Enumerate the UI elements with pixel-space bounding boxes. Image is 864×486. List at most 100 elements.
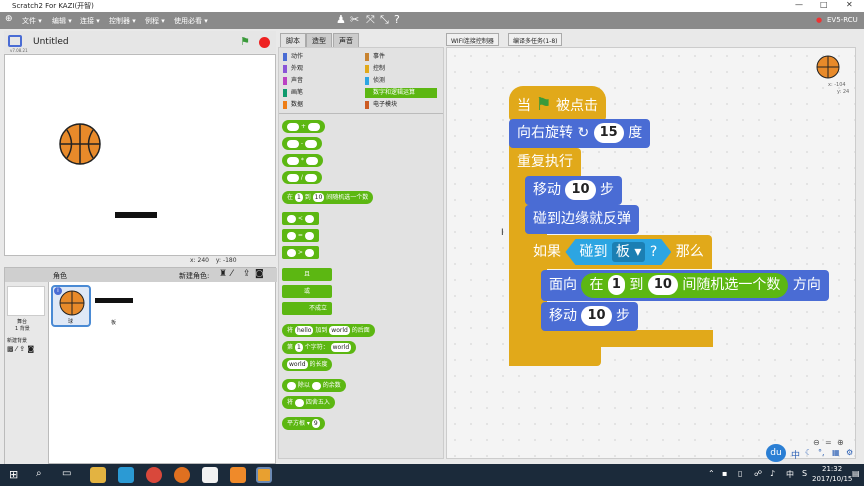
- category-0[interactable]: 动作: [283, 52, 303, 62]
- maximize-button[interactable]: □: [820, 0, 828, 9]
- grow-icon[interactable]: ⤧: [366, 13, 375, 27]
- touch-target-dropdown[interactable]: 板 ▾: [612, 242, 645, 262]
- category-1[interactable]: 事件: [365, 52, 385, 62]
- file-explorer-icon[interactable]: [90, 467, 106, 483]
- cut-icon[interactable]: ✂: [350, 13, 359, 26]
- category-2[interactable]: 外观: [283, 64, 303, 74]
- ime-s-icon[interactable]: S: [802, 469, 807, 478]
- task-view-icon[interactable]: ▭: [62, 468, 71, 479]
- upload-icon[interactable]: ⇪: [243, 269, 251, 279]
- zoom-in-icon[interactable]: ⊕: [837, 438, 844, 447]
- bounce-block[interactable]: 碰到边缘就反弹: [525, 205, 639, 234]
- fullscreen-icon[interactable]: [8, 35, 22, 47]
- random-block[interactable]: 在 1 到 10 间随机选一个数: [282, 191, 374, 204]
- close-button[interactable]: ✕: [846, 0, 853, 9]
- document-icon[interactable]: [202, 467, 218, 483]
- menu-file[interactable]: 文件 ▾: [22, 16, 42, 26]
- paddle-sprite[interactable]: [115, 212, 157, 218]
- menu-edit[interactable]: 编辑 ▾: [52, 16, 72, 26]
- baidu-ime-icon[interactable]: du: [766, 444, 786, 462]
- sprite-library-icon[interactable]: ♜: [219, 269, 227, 279]
- paint-brush-icon[interactable]: ⁄: [231, 269, 233, 279]
- scratch-app-icon[interactable]: [256, 467, 272, 483]
- move2-steps-input[interactable]: 10: [581, 306, 612, 326]
- ime-mode-label[interactable]: 中: [791, 448, 800, 461]
- when-flag-hat-block[interactable]: 当 ⚑ 被点击: [509, 86, 607, 121]
- forever-block[interactable]: 重复执行: [509, 148, 581, 177]
- app-p-icon[interactable]: [230, 467, 246, 483]
- if-block[interactable]: 如果 碰到 板 ▾ ? 那么: [525, 235, 712, 269]
- or-block[interactable]: 或: [282, 285, 332, 298]
- turn-right-block[interactable]: 向右旋转 ↻ 15 度: [509, 119, 651, 148]
- move-steps-block-2[interactable]: 移动 10 步: [541, 302, 638, 331]
- menu-must-read[interactable]: 使用必看 ▾: [174, 16, 208, 26]
- move-steps-block[interactable]: 移动 10 步: [525, 176, 622, 205]
- tray-device-icon[interactable]: ▯: [738, 469, 742, 478]
- zoom-reset-icon[interactable]: =: [825, 438, 832, 447]
- turn-degrees-input[interactable]: 15: [593, 123, 624, 143]
- volume-icon[interactable]: ♪: [770, 469, 775, 478]
- category-3[interactable]: 控制: [365, 64, 385, 74]
- app-orange-icon[interactable]: [174, 467, 190, 483]
- wifi-connect-button[interactable]: WIFI连接控制器: [446, 33, 499, 46]
- chrome-icon[interactable]: [146, 467, 162, 483]
- category-4[interactable]: 声音: [283, 76, 303, 86]
- join-block[interactable]: 将 hello 加到 world 的后面: [282, 324, 375, 337]
- and-block[interactable]: 且: [282, 268, 332, 281]
- duplicate-icon[interactable]: ♟: [336, 13, 346, 26]
- basketball-sprite[interactable]: [58, 122, 102, 166]
- search-icon[interactable]: ⌕: [36, 468, 42, 479]
- mod-block[interactable]: 除以 的余数: [282, 379, 346, 392]
- random-number-block[interactable]: 在 1 到 10 间随机选一个数: [581, 273, 789, 298]
- op-div-block[interactable]: /: [282, 171, 322, 184]
- compile-multitask-button[interactable]: 编译多任务(1-8): [508, 33, 563, 46]
- tray-up-icon[interactable]: ⌃: [708, 469, 715, 478]
- shrink-icon[interactable]: ⤡: [380, 13, 389, 27]
- zoom-out-icon[interactable]: ⊖: [813, 438, 820, 447]
- ime-moon-icon[interactable]: ☾: [805, 448, 812, 457]
- touching-block[interactable]: 碰到 板 ▾ ?: [565, 239, 671, 265]
- tab-scripts[interactable]: 脚本: [280, 33, 306, 47]
- sprite-item-paddle[interactable]: 板: [95, 285, 137, 327]
- move-steps-input[interactable]: 10: [565, 180, 596, 200]
- category-8[interactable]: 数据: [283, 100, 303, 110]
- green-flag-icon[interactable]: ⚑: [240, 35, 250, 48]
- gt-block[interactable]: >: [282, 246, 319, 259]
- menu-connect[interactable]: 连接 ▾: [80, 16, 100, 26]
- category-9[interactable]: 电子模块: [365, 100, 397, 110]
- ime-settings-icon[interactable]: ⚙: [846, 448, 853, 457]
- minimize-button[interactable]: —: [795, 0, 803, 9]
- notification-icon[interactable]: ▤: [852, 469, 860, 478]
- lang-icon[interactable]: 中: [786, 469, 794, 480]
- category-5[interactable]: 侦测: [365, 76, 385, 86]
- backdrop-icons[interactable]: ▩ ⁄ ⇪ ◙: [7, 345, 34, 353]
- point-direction-block[interactable]: 面向 在 1 到 10 间随机选一个数 方向: [541, 270, 829, 301]
- stage-thumbnail[interactable]: 舞台 1 背景 新建背景 ▩ ⁄ ⇪ ◙: [5, 282, 49, 465]
- sprite-item-ball[interactable]: i 球: [51, 285, 91, 327]
- letter-of-block[interactable]: 第 1 个字符： world: [282, 341, 357, 354]
- menu-examples[interactable]: 例程 ▾: [145, 16, 165, 26]
- op-mul-block[interactable]: *: [282, 154, 323, 167]
- random-from-input[interactable]: 1: [607, 275, 625, 295]
- op-add-block[interactable]: +: [282, 120, 325, 133]
- category-7[interactable]: 数字和逻辑运算: [365, 88, 437, 98]
- sqrt-block[interactable]: 平方根 ▾ 9: [282, 417, 325, 430]
- stop-icon[interactable]: [259, 37, 270, 48]
- round-block[interactable]: 将 四舍五入: [282, 396, 335, 409]
- menu-controller[interactable]: 控制器 ▾: [109, 16, 136, 26]
- category-6[interactable]: 画笔: [283, 88, 303, 98]
- project-name[interactable]: Untitled: [33, 37, 69, 47]
- windows-start-icon[interactable]: ⊞: [9, 468, 18, 481]
- ime-keyboard-icon[interactable]: ▦: [832, 448, 840, 457]
- ime-punct-icon[interactable]: °,: [818, 448, 825, 457]
- stage-canvas[interactable]: [4, 54, 276, 256]
- help-icon[interactable]: ?: [394, 13, 400, 26]
- script-area[interactable]: x: -104 y: 24 当 ⚑ 被点击 向右旋转 ↻ 15 度 重复执行 移…: [446, 47, 856, 459]
- tray-app-icon[interactable]: ▪: [722, 469, 727, 478]
- store-icon[interactable]: [118, 467, 134, 483]
- length-block[interactable]: world 的长度: [282, 358, 333, 371]
- lt-block[interactable]: <: [282, 212, 319, 225]
- random-to-input[interactable]: 10: [647, 275, 678, 295]
- camera-icon[interactable]: ◙: [255, 269, 264, 279]
- eq-block[interactable]: =: [282, 229, 319, 242]
